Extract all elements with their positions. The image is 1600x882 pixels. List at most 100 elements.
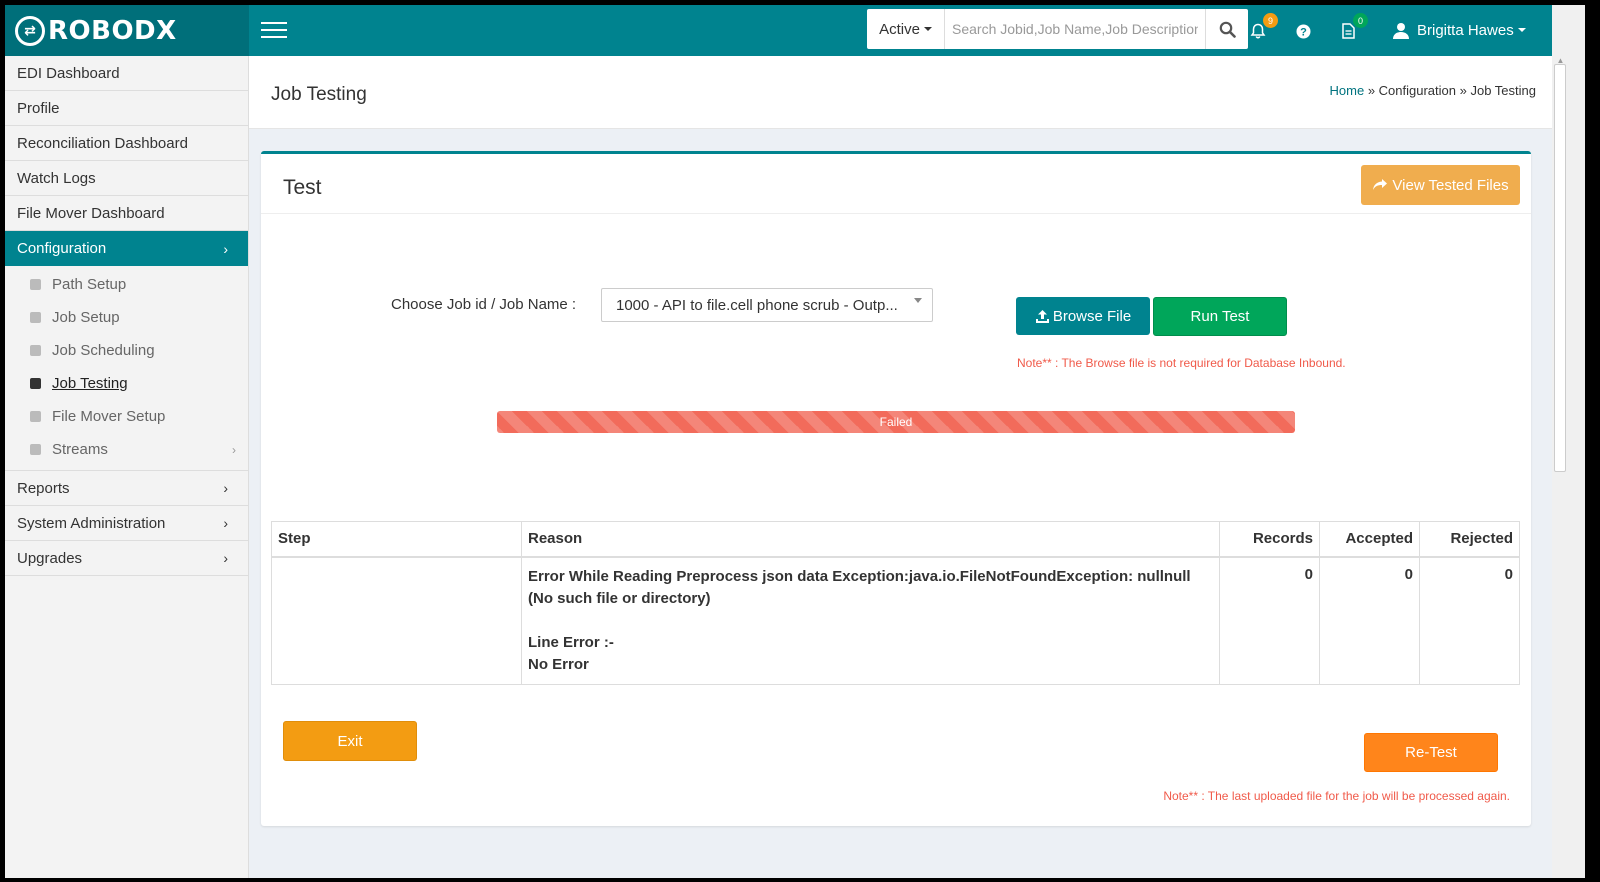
- sidebar-item-label: Reconciliation Dashboard: [17, 134, 188, 152]
- sidebar-item-label: Watch Logs: [17, 169, 96, 187]
- breadcrumb: Home » Configuration » Job Testing: [1330, 83, 1536, 98]
- retest-button[interactable]: Re-Test: [1364, 733, 1498, 772]
- submenu-item-job-testing[interactable]: Job Testing: [5, 367, 248, 400]
- sidebar-item-label: Profile: [17, 99, 60, 117]
- sidebar-item-label: Configuration: [17, 240, 107, 257]
- svg-text:?: ?: [1300, 26, 1307, 38]
- configuration-submenu: Path Setup Job Setup Job Scheduling Job …: [5, 266, 248, 471]
- search-icon: [1219, 21, 1236, 38]
- cell-accepted: 0: [1319, 556, 1420, 685]
- column-header-accepted: Accepted: [1319, 521, 1420, 558]
- submenu-item-file-mover-setup[interactable]: File Mover Setup: [5, 400, 248, 433]
- cell-reason: Error While Reading Preprocess json data…: [521, 556, 1220, 685]
- reason-line-error-value: No Error: [528, 655, 589, 673]
- chevron-right-icon: ›: [223, 240, 228, 257]
- exit-button[interactable]: Exit: [283, 721, 417, 761]
- chevron-right-icon: ›: [223, 550, 228, 566]
- top-navbar: ⇄ ROBODX Active 9 ? 0 Brigi: [5, 5, 1585, 56]
- sidebar-item-reports[interactable]: Reports ›: [5, 471, 248, 506]
- job-select[interactable]: 1000 - API to file.cell phone scrub - Ou…: [601, 288, 933, 322]
- chevron-right-icon: ›: [223, 515, 228, 531]
- tasks-badge: 0: [1353, 13, 1368, 28]
- sidebar-item-upgrades[interactable]: Upgrades ›: [5, 541, 248, 576]
- chevron-right-icon: ›: [223, 480, 228, 496]
- job-select-value: 1000 - API to file.cell phone scrub - Ou…: [616, 297, 898, 314]
- browse-note: Note** : The Browse file is not required…: [1017, 356, 1346, 370]
- column-header-step: Step: [271, 521, 522, 558]
- browse-file-label: Browse File: [1052, 307, 1132, 325]
- progress-fill: Failed: [497, 411, 1295, 433]
- sidebar-item-watch-logs[interactable]: Watch Logs: [5, 161, 248, 196]
- scroll-up-icon[interactable]: ▲: [1554, 56, 1567, 65]
- sidebar-item-system-administration[interactable]: System Administration ›: [5, 506, 248, 541]
- page-scrollbar[interactable]: ▲: [1552, 5, 1585, 878]
- sidebar-item-file-mover-dashboard[interactable]: File Mover Dashboard: [5, 196, 248, 231]
- bullet-icon: [30, 279, 41, 290]
- sidebar: EDI Dashboard Profile Reconciliation Das…: [5, 56, 249, 878]
- search-input[interactable]: [945, 9, 1205, 49]
- caret-down-icon: [923, 27, 932, 31]
- question-circle-icon: ?: [1296, 24, 1310, 38]
- user-name: Brigitta Hawes: [1417, 21, 1514, 39]
- bullet-icon: [30, 312, 41, 323]
- breadcrumb-current: Job Testing: [1470, 83, 1536, 98]
- sidebar-item-label: File Mover Dashboard: [17, 204, 165, 222]
- notifications-button[interactable]: 9: [1248, 13, 1278, 41]
- reason-error-text: Error While Reading Preprocess json data…: [528, 567, 1191, 607]
- breadcrumb-home-link[interactable]: Home: [1330, 83, 1365, 98]
- column-header-reason: Reason: [521, 521, 1220, 558]
- table-row: Error While Reading Preprocess json data…: [271, 556, 1520, 685]
- sidebar-item-edi-dashboard[interactable]: EDI Dashboard: [5, 56, 248, 91]
- submenu-item-streams[interactable]: Streams ›: [5, 433, 248, 466]
- bullet-icon: [30, 345, 41, 356]
- browse-file-button[interactable]: Browse File: [1016, 297, 1150, 335]
- test-panel-header: Test View Tested Files: [261, 154, 1531, 214]
- exit-label: Exit: [337, 732, 363, 750]
- results-table: Step Reason Records Accepted Rejected Er…: [271, 521, 1520, 685]
- bullet-icon: [30, 444, 41, 455]
- breadcrumb-separator: »: [1456, 83, 1471, 98]
- tasks-button[interactable]: 0: [1338, 13, 1368, 41]
- submenu-item-path-setup[interactable]: Path Setup: [5, 268, 248, 301]
- submenu-item-label: Job Scheduling: [52, 342, 155, 359]
- help-button[interactable]: ?: [1293, 21, 1313, 41]
- sidebar-item-reconciliation-dashboard[interactable]: Reconciliation Dashboard: [5, 126, 248, 161]
- user-menu[interactable]: Brigitta Hawes: [1393, 17, 1526, 43]
- cell-records: 0: [1219, 556, 1320, 685]
- status-filter-label: Active: [879, 20, 920, 38]
- submenu-item-label: Job Setup: [52, 309, 120, 326]
- table-header-row: Step Reason Records Accepted Rejected: [271, 521, 1520, 558]
- upload-icon: [1035, 309, 1049, 323]
- run-test-button[interactable]: Run Test: [1153, 297, 1287, 336]
- scrollbar-thumb[interactable]: [1554, 64, 1566, 472]
- app-window: ⇄ ROBODX Active 9 ? 0 Brigi: [5, 5, 1585, 878]
- view-tested-files-label: View Tested Files: [1392, 176, 1509, 194]
- retest-note: Note** : The last uploaded file for the …: [1163, 789, 1510, 803]
- choose-job-label: Choose Job id / Job Name :: [391, 296, 577, 313]
- sidebar-item-label: Reports: [17, 479, 70, 497]
- breadcrumb-separator: »: [1364, 83, 1379, 98]
- submenu-item-job-setup[interactable]: Job Setup: [5, 301, 248, 334]
- breadcrumb-section: Configuration: [1378, 83, 1456, 98]
- sidebar-toggle-icon[interactable]: [261, 19, 287, 41]
- test-panel: Test View Tested Files Choose Job id / J…: [261, 151, 1531, 826]
- document-icon: [1341, 23, 1355, 39]
- progress-label: Failed: [879, 415, 913, 429]
- sidebar-item-label: System Administration: [17, 514, 166, 532]
- reason-line-error-label: Line Error :-: [528, 633, 614, 651]
- sidebar-item-configuration[interactable]: Configuration ›: [5, 231, 248, 266]
- chevron-right-icon: ›: [232, 442, 236, 457]
- search-button[interactable]: [1205, 9, 1248, 49]
- submenu-item-job-scheduling[interactable]: Job Scheduling: [5, 334, 248, 367]
- retest-label: Re-Test: [1405, 744, 1457, 761]
- cell-rejected: 0: [1419, 556, 1520, 685]
- search-group: Active: [867, 9, 1248, 49]
- sidebar-item-profile[interactable]: Profile: [5, 91, 248, 126]
- view-tested-files-button[interactable]: View Tested Files: [1361, 165, 1520, 205]
- page-title: Job Testing: [271, 84, 367, 105]
- share-arrow-icon: [1373, 179, 1388, 190]
- status-filter-dropdown[interactable]: Active: [867, 9, 945, 49]
- scrollbar-track[interactable]: ▲: [1553, 56, 1567, 878]
- logo[interactable]: ⇄ ROBODX: [5, 5, 249, 56]
- triangle-down-icon: [914, 298, 922, 303]
